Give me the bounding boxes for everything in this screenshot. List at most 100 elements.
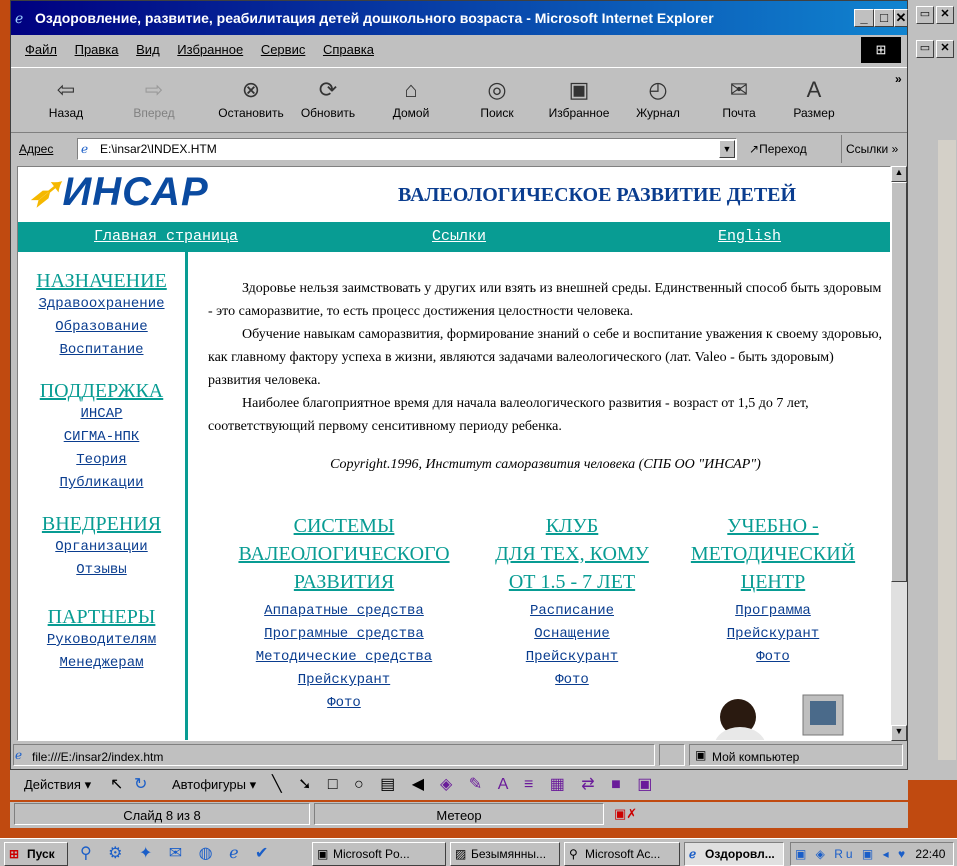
page-scrollbar[interactable]: ▲ ▼ bbox=[891, 166, 907, 741]
column-link[interactable]: Програмные средства bbox=[224, 623, 464, 646]
sidebar-heading[interactable]: ПОДДЕРЖКА bbox=[18, 380, 185, 403]
home-button[interactable]: ⌂ Домой bbox=[383, 74, 439, 132]
refresh-button[interactable]: ⟳ Обновить bbox=[293, 74, 363, 132]
back-button[interactable]: ⇦ Назад bbox=[41, 74, 91, 132]
autoshapes-menu[interactable]: Автофигуры ▾ bbox=[172, 770, 256, 800]
address-input[interactable]: ℯ E:\insar2\INDEX.HTM ▼ bbox=[77, 138, 737, 160]
quick-launch-icons[interactable]: ⚲ ⚙ ✦ ✉ ◍ ℯ ✔ bbox=[80, 843, 274, 863]
nav-links-link[interactable]: Ссылки bbox=[432, 222, 486, 252]
sidebar-section: ПАРТНЕРЫ Руководителям Менеджерам bbox=[18, 606, 185, 675]
task-paint[interactable]: ▨ Безымянны... bbox=[450, 842, 560, 866]
menu-help[interactable]: Справка bbox=[323, 42, 374, 57]
scroll-up-icon[interactable]: ▲ bbox=[891, 166, 907, 182]
menu-view[interactable]: Вид bbox=[136, 42, 160, 57]
sidebar-link[interactable]: Образование bbox=[18, 316, 185, 339]
column-link[interactable]: Прейскурант bbox=[224, 669, 464, 692]
task-powerpoint[interactable]: ▣ Microsoft Po... bbox=[312, 842, 446, 866]
sidebar-heading[interactable]: ПАРТНЕРЫ bbox=[18, 606, 185, 629]
column-link[interactable]: Прейскурант bbox=[482, 646, 662, 669]
column-heading[interactable]: КЛУБ bbox=[482, 512, 662, 540]
column-link[interactable]: Фото bbox=[224, 692, 464, 715]
sidebar-link[interactable]: Воспитание bbox=[18, 339, 185, 362]
forward-button[interactable]: ⇨ Вперед bbox=[129, 74, 179, 132]
close-icon[interactable]: ✕ bbox=[936, 40, 954, 58]
go-button[interactable]: ↗Переход bbox=[749, 135, 807, 163]
ppt-scrollbar[interactable] bbox=[938, 140, 956, 760]
ppt-status-bar: Слайд 8 из 8 Метеор ▣✗ bbox=[10, 802, 908, 828]
powerpoint-icon: ▣ bbox=[317, 847, 329, 861]
mail-button[interactable]: ✉ Почта bbox=[711, 74, 767, 132]
sidebar-heading[interactable]: ВНЕДРЕНИЯ bbox=[18, 513, 185, 536]
nav-home-link[interactable]: Главная страница bbox=[94, 222, 238, 252]
links-button[interactable]: Ссылки » bbox=[841, 135, 898, 163]
column-link[interactable]: Прейскурант bbox=[678, 623, 868, 646]
column-link[interactable]: Фото bbox=[678, 646, 868, 669]
clock: 22:40 bbox=[915, 847, 946, 861]
ppt-drawing-toolbar: Действия ▾ ↖ ↻ Автофигуры ▾ ╲ ➘ □ ○ ▤ ◀ … bbox=[10, 770, 908, 800]
column-heading[interactable]: ЦЕНТР bbox=[678, 568, 868, 596]
history-button[interactable]: ◴ Журнал bbox=[625, 74, 691, 132]
rotate-icon[interactable]: ↻ bbox=[134, 770, 147, 800]
column-heading[interactable]: РАЗВИТИЯ bbox=[224, 568, 464, 596]
menu-edit[interactable]: Правка bbox=[75, 42, 119, 57]
sidebar-link[interactable]: Здравоохранение bbox=[18, 293, 185, 316]
restore-icon[interactable]: ▭ bbox=[916, 40, 934, 58]
font-size-button[interactable]: A Размер bbox=[781, 74, 847, 132]
column-heading[interactable]: СИСТЕМЫ bbox=[224, 512, 464, 540]
column-link[interactable]: Аппаратные средства bbox=[224, 600, 464, 623]
taskbar: ⊞ Пуск ⚲ ⚙ ✦ ✉ ◍ ℯ ✔ ▣ Microsoft Po... ▨ Бе… bbox=[0, 838, 957, 866]
chevron-down-icon[interactable]: ▼ bbox=[719, 140, 735, 158]
column-heading[interactable]: МЕТОДИЧЕСКИЙ bbox=[678, 540, 868, 568]
page-header: ➶ИНСАР ВАЛЕОЛОГИЧЕСКОЕ РАЗВИТИЕ ДЕТЕЙ bbox=[18, 167, 890, 222]
sidebar-link[interactable]: СИГМА-НПК bbox=[18, 426, 185, 449]
tray-icons[interactable]: ▣ ◈ Ru ▣ ◂ ♥ bbox=[795, 847, 908, 861]
task-access[interactable]: ⚲ Microsoft Ac... bbox=[564, 842, 680, 866]
top-nav: Главная страница Ссылки English bbox=[18, 222, 890, 252]
actions-menu[interactable]: Действия ▾ bbox=[24, 770, 91, 800]
pointer-icon[interactable]: ↖ bbox=[110, 770, 123, 800]
search-icon: ◎ bbox=[487, 77, 507, 102]
column-link[interactable]: Программа bbox=[678, 600, 868, 623]
column-heading[interactable]: ВАЛЕОЛОГИЧЕСКОГО bbox=[224, 540, 464, 568]
shape-tools[interactable]: ╲ ➘ □ ○ ▤ ◀ bbox=[272, 770, 430, 800]
insar-logo[interactable]: ➶ИНСАР bbox=[28, 169, 209, 215]
menu-file[interactable]: Файл bbox=[25, 42, 57, 57]
scroll-down-icon[interactable]: ▼ bbox=[891, 725, 907, 741]
sidebar-link[interactable]: Теория bbox=[18, 449, 185, 472]
sidebar-link[interactable]: Публикации bbox=[18, 472, 185, 495]
column-link[interactable]: Оснащение bbox=[482, 623, 662, 646]
close-icon[interactable]: ✕ bbox=[936, 6, 954, 24]
column-heading[interactable]: ОТ 1.5 - 7 ЛЕТ bbox=[482, 568, 662, 596]
favorites-button[interactable]: ▣ Избранное bbox=[537, 74, 621, 132]
sidebar-link[interactable]: Организации bbox=[18, 536, 185, 559]
column-heading[interactable]: УЧЕБНО - bbox=[678, 512, 868, 540]
color-tools[interactable]: ◈ ✎ A ≡ ▦ ⇄ ■ ▣ bbox=[440, 770, 658, 800]
column-link[interactable]: Расписание bbox=[482, 600, 662, 623]
computer-icon: ▣ bbox=[695, 748, 707, 762]
task-ie-active[interactable]: ℯ Оздоровл... bbox=[684, 842, 784, 866]
close-icon[interactable]: ✕ bbox=[894, 9, 908, 27]
menu-favorites[interactable]: Избранное bbox=[177, 42, 243, 57]
search-button[interactable]: ◎ Поиск bbox=[469, 74, 525, 132]
sidebar-link[interactable]: Менеджерам bbox=[18, 652, 185, 675]
sidebar-link[interactable]: ИНСАР bbox=[18, 403, 185, 426]
nav-english-link[interactable]: English bbox=[718, 222, 781, 252]
sidebar-link[interactable]: Руководителям bbox=[18, 629, 185, 652]
minimize-icon[interactable]: _ bbox=[854, 9, 874, 27]
sidebar-link[interactable]: Отзывы bbox=[18, 559, 185, 582]
menu-tools[interactable]: Сервис bbox=[261, 42, 306, 57]
ie-window: Оздоровление, развитие, реабилитация дет… bbox=[10, 0, 908, 770]
start-button[interactable]: ⊞ Пуск bbox=[4, 842, 68, 866]
ie-icon: ℯ bbox=[689, 847, 697, 861]
scroll-thumb[interactable] bbox=[891, 182, 907, 582]
column-link[interactable]: Фото bbox=[482, 669, 662, 692]
sidebar-heading[interactable]: НАЗНАЧЕНИЕ bbox=[18, 270, 185, 293]
chevron-right-icon[interactable]: » bbox=[895, 72, 902, 86]
restore-icon[interactable]: ▭ bbox=[916, 6, 934, 24]
forward-arrow-icon: ⇨ bbox=[144, 77, 164, 102]
column-heading[interactable]: ДЛЯ ТЕХ, КОМУ bbox=[482, 540, 662, 568]
stop-button[interactable]: ⊗ Остановить bbox=[209, 74, 293, 132]
maximize-icon[interactable]: □ bbox=[874, 9, 894, 27]
systems-column: СИСТЕМЫ ВАЛЕОЛОГИЧЕСКОГО РАЗВИТИЯ Аппара… bbox=[224, 512, 464, 715]
column-link[interactable]: Методические средства bbox=[224, 646, 464, 669]
